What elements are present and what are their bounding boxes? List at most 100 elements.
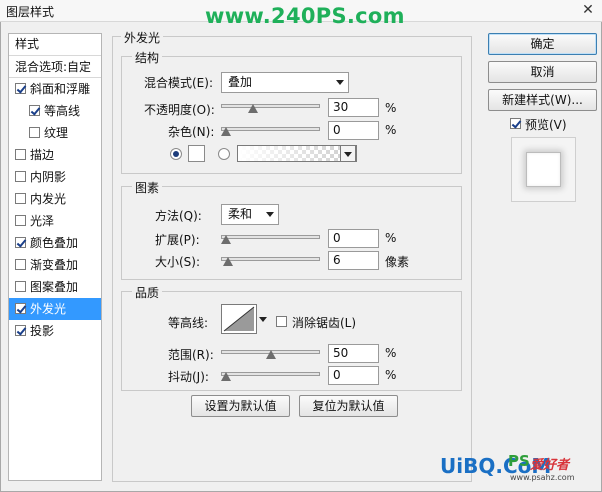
style-item[interactable]: 斜面和浮雕 bbox=[9, 78, 101, 100]
spread-input[interactable]: 0 bbox=[328, 229, 379, 248]
opacity-label: 不透明度(O): bbox=[144, 103, 215, 117]
jitter-unit: % bbox=[385, 368, 397, 382]
outer-glow-title: 外发光 bbox=[121, 29, 164, 46]
gradient-swatch[interactable] bbox=[237, 145, 357, 162]
style-item[interactable]: 颜色叠加 bbox=[9, 232, 101, 254]
range-label: 范围(R): bbox=[168, 348, 214, 362]
style-item[interactable]: 内发光 bbox=[9, 188, 101, 210]
range-slider-thumb[interactable] bbox=[266, 350, 276, 359]
style-item-label: 图案叠加 bbox=[30, 280, 79, 294]
style-item[interactable]: 纹理 bbox=[9, 122, 101, 144]
noise-unit: % bbox=[385, 123, 397, 137]
style-item[interactable]: 光泽 bbox=[9, 210, 101, 232]
style-item-label: 投影 bbox=[30, 324, 55, 338]
cancel-button[interactable]: 取消 bbox=[488, 61, 597, 83]
jitter-label: 抖动(J): bbox=[168, 370, 209, 384]
technique-value: 柔和 bbox=[228, 207, 253, 221]
outer-glow-group: 外发光 结构 混合模式(E): 叠加 不透明度(O): 30 % 杂色(N): … bbox=[112, 29, 472, 482]
style-item[interactable]: 等高线 bbox=[9, 100, 101, 122]
style-item-checkbox[interactable] bbox=[15, 281, 26, 292]
blend-mode-label: 混合模式(E): bbox=[144, 76, 213, 90]
style-item-checkbox[interactable] bbox=[15, 215, 26, 226]
ok-button[interactable]: 确定 bbox=[488, 33, 597, 55]
spread-unit: % bbox=[385, 231, 397, 245]
technique-label: 方法(Q): bbox=[155, 209, 202, 223]
noise-slider-thumb[interactable] bbox=[221, 127, 231, 136]
spread-slider-thumb[interactable] bbox=[221, 235, 231, 244]
gradient-radio[interactable] bbox=[218, 148, 230, 160]
noise-input[interactable]: 0 bbox=[328, 121, 379, 140]
antialias-label: 消除锯齿(L) bbox=[292, 316, 357, 330]
close-icon[interactable]: ✕ bbox=[578, 1, 598, 19]
brand-url: www.psahz.com bbox=[510, 473, 575, 482]
spread-slider[interactable] bbox=[221, 235, 320, 239]
opacity-input[interactable]: 30 bbox=[328, 98, 379, 117]
style-item[interactable]: 图案叠加 bbox=[9, 276, 101, 298]
styles-list: 样式 混合选项:自定 斜面和浮雕等高线纹理 描边内阴影内发光光泽颜色叠加渐变叠加图… bbox=[8, 33, 102, 481]
opacity-slider-thumb[interactable] bbox=[248, 104, 258, 113]
style-item-checkbox[interactable] bbox=[15, 303, 26, 314]
noise-label: 杂色(N): bbox=[168, 125, 215, 139]
technique-select[interactable]: 柔和 bbox=[221, 204, 279, 225]
style-item[interactable]: 内阴影 bbox=[9, 166, 101, 188]
style-item-label: 斜面和浮雕 bbox=[30, 82, 91, 96]
style-item[interactable]: 投影 bbox=[9, 320, 101, 342]
range-unit: % bbox=[385, 346, 397, 360]
size-slider-thumb[interactable] bbox=[223, 257, 234, 266]
style-item-label: 光泽 bbox=[30, 214, 55, 228]
jitter-slider[interactable] bbox=[221, 372, 320, 376]
size-slider[interactable] bbox=[221, 257, 320, 261]
gradient-dropdown[interactable] bbox=[340, 145, 356, 162]
style-item-checkbox[interactable] bbox=[15, 171, 26, 182]
range-input[interactable]: 50 bbox=[328, 344, 379, 363]
structure-group: 结构 混合模式(E): 叠加 不透明度(O): 30 % 杂色(N): 0 % bbox=[121, 49, 462, 174]
style-item[interactable]: 渐变叠加 bbox=[9, 254, 101, 276]
style-items: 斜面和浮雕等高线纹理 描边内阴影内发光光泽颜色叠加渐变叠加图案叠加外发光投影 bbox=[9, 78, 101, 342]
blend-mode-value: 叠加 bbox=[228, 75, 253, 89]
style-item-checkbox[interactable] bbox=[29, 105, 40, 116]
chevron-down-icon bbox=[336, 80, 344, 85]
blend-mode-select[interactable]: 叠加 bbox=[221, 72, 349, 93]
style-item-label: 等高线 bbox=[44, 104, 81, 118]
title-bar: 图层样式 www.240PS.com ✕ bbox=[0, 0, 602, 28]
style-item-label: 内发光 bbox=[30, 192, 67, 206]
blend-options-item[interactable]: 混合选项:自定 bbox=[9, 56, 101, 78]
brand-ps: PS bbox=[508, 452, 530, 470]
style-item-checkbox[interactable] bbox=[15, 83, 26, 94]
style-item-label: 外发光 bbox=[30, 302, 67, 316]
style-item[interactable]: 描边 bbox=[9, 144, 101, 166]
brand-cn: 爱好者 bbox=[530, 458, 570, 473]
quality-title: 品质 bbox=[132, 284, 163, 301]
style-item-checkbox[interactable] bbox=[15, 237, 26, 248]
style-item[interactable]: 外发光 bbox=[9, 298, 101, 320]
style-item-label: 颜色叠加 bbox=[30, 236, 79, 250]
style-item-label: 渐变叠加 bbox=[30, 258, 79, 272]
reset-default-button[interactable]: 复位为默认值 bbox=[299, 395, 398, 417]
contour-curve-icon bbox=[223, 306, 255, 332]
jitter-slider-thumb[interactable] bbox=[221, 372, 231, 381]
contour-dropdown[interactable] bbox=[259, 304, 267, 334]
style-item-label: 内阴影 bbox=[30, 170, 67, 184]
contour-picker[interactable] bbox=[221, 304, 257, 334]
style-item-checkbox[interactable] bbox=[29, 127, 40, 138]
style-item-checkbox[interactable] bbox=[15, 193, 26, 204]
jitter-input[interactable]: 0 bbox=[328, 366, 379, 385]
new-style-button[interactable]: 新建样式(W)... bbox=[488, 89, 597, 111]
style-item-checkbox[interactable] bbox=[15, 259, 26, 270]
size-unit: 像素 bbox=[385, 255, 410, 269]
preview-checkbox[interactable] bbox=[510, 118, 521, 129]
style-item-checkbox[interactable] bbox=[15, 325, 26, 336]
opacity-slider[interactable] bbox=[221, 104, 320, 108]
opacity-unit: % bbox=[385, 101, 397, 115]
make-default-button[interactable]: 设置为默认值 bbox=[191, 395, 290, 417]
window-title: 图层样式 bbox=[6, 5, 55, 19]
noise-slider[interactable] bbox=[221, 127, 320, 131]
solid-color-radio[interactable] bbox=[170, 148, 182, 160]
styles-header[interactable]: 样式 bbox=[9, 34, 101, 56]
antialias-checkbox[interactable] bbox=[276, 316, 287, 327]
elements-group: 图素 方法(Q): 柔和 扩展(P): 0 % 大小(S): 6 像素 bbox=[121, 179, 462, 280]
quality-group: 品质 等高线: 消除锯齿(L) 范围(R): 50 % 抖动(J): 0 % bbox=[121, 284, 462, 391]
size-input[interactable]: 6 bbox=[328, 251, 379, 270]
style-item-checkbox[interactable] bbox=[15, 149, 26, 160]
color-swatch[interactable] bbox=[188, 145, 205, 162]
